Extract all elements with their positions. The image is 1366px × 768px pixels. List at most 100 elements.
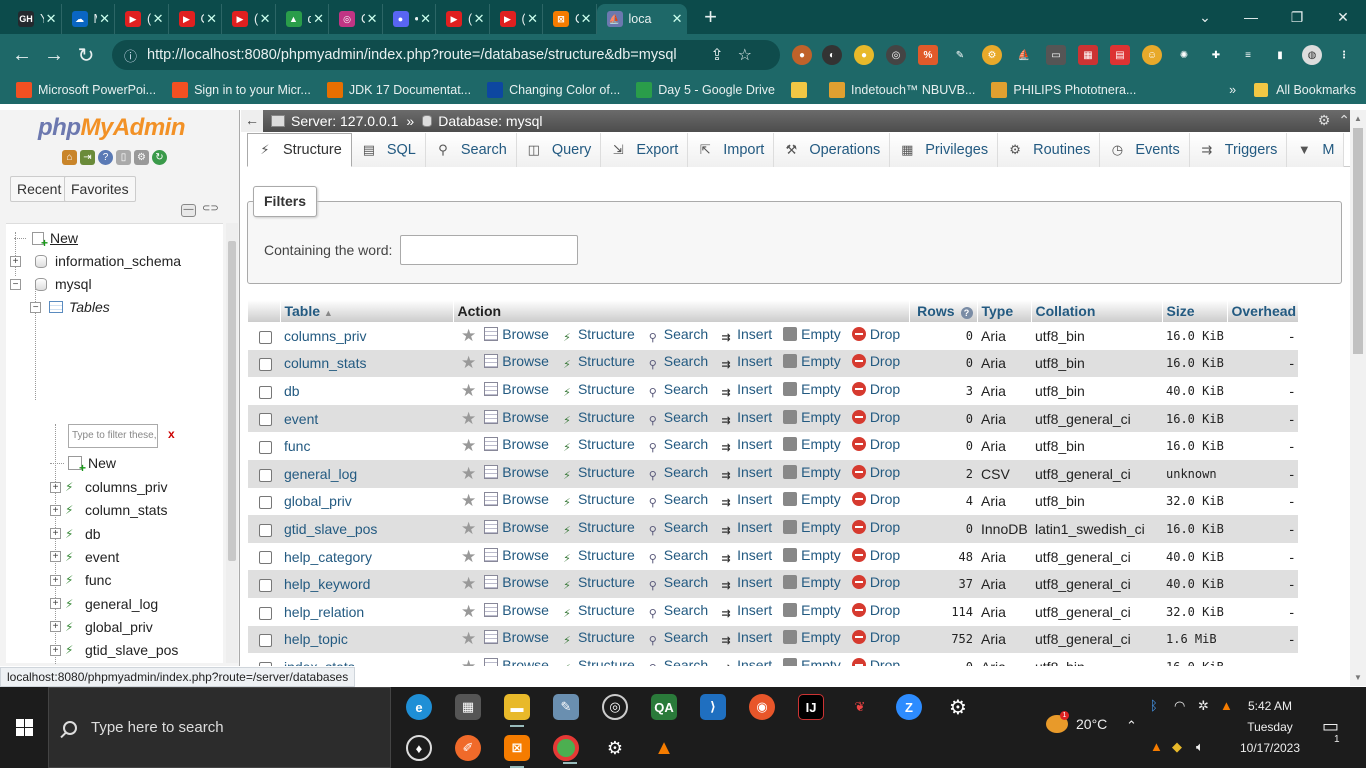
- tab-operations[interactable]: ⚒ Operations: [774, 133, 891, 167]
- search-action[interactable]: ⚲Search: [646, 381, 708, 400]
- search-action[interactable]: ⚲Search: [646, 519, 708, 538]
- close-tab-icon[interactable]: ✕: [260, 11, 271, 27]
- firefox-icon[interactable]: ◉: [749, 694, 775, 720]
- weather-widget[interactable]: 1 20°C: [1046, 711, 1107, 733]
- drop-action[interactable]: Drop: [851, 519, 900, 535]
- reload-navigation-icon[interactable]: ↻: [152, 150, 167, 165]
- app-tray-icon[interactable]: ✲: [1198, 698, 1209, 714]
- search-action[interactable]: ⚲Search: [646, 657, 708, 666]
- browse-action[interactable]: Browse: [484, 602, 549, 618]
- empty-action[interactable]: Empty: [783, 436, 841, 452]
- xampp-icon[interactable]: ⊠: [504, 735, 530, 768]
- breadcrumb-database[interactable]: Database: mysql: [438, 113, 542, 129]
- start-button[interactable]: [0, 687, 48, 768]
- table-name-link[interactable]: general_log: [284, 466, 357, 482]
- expand-plus-icon[interactable]: +: [50, 644, 61, 656]
- insert-action[interactable]: ⇉ Insert: [719, 464, 773, 483]
- insert-action[interactable]: ⇉ Insert: [719, 353, 773, 372]
- close-tab-icon[interactable]: ✕: [474, 11, 485, 27]
- size-link[interactable]: 40.0 KiB: [1166, 384, 1224, 398]
- table-structure-icon[interactable]: ⚡: [65, 550, 79, 564]
- breadcrumb-server[interactable]: Server: 127.0.0.1: [291, 113, 398, 129]
- drive-tray-icon[interactable]: ◆: [1172, 739, 1182, 755]
- edge-icon[interactable]: e: [406, 694, 432, 720]
- browser-tab[interactable]: ◎ Carl✕: [329, 4, 383, 34]
- header-collation[interactable]: Collation: [1031, 300, 1163, 322]
- insert-action[interactable]: ⇉ Insert: [719, 629, 773, 648]
- intellij-icon[interactable]: IJ: [798, 694, 824, 720]
- tree-table-item[interactable]: + ⚡ func: [50, 569, 111, 591]
- drop-action[interactable]: Drop: [851, 436, 900, 452]
- forward-arrow-icon[interactable]: →: [38, 44, 70, 67]
- vscode-icon[interactable]: ⟩: [700, 694, 726, 720]
- size-link[interactable]: 16.0 KiB: [1166, 356, 1224, 370]
- structure-action[interactable]: ⚡ Structure: [560, 574, 635, 593]
- expand-plus-icon[interactable]: +: [50, 481, 61, 493]
- size-link[interactable]: 16.0 KiB: [1166, 329, 1224, 343]
- browser-tab[interactable]: ● • Dis✕: [383, 4, 436, 34]
- favorite-star-icon[interactable]: ★: [461, 326, 476, 345]
- browse-action[interactable]: Browse: [484, 629, 549, 645]
- tab-query[interactable]: ◫ Query: [516, 133, 602, 167]
- postman-icon[interactable]: ✐: [455, 735, 481, 761]
- empty-action[interactable]: Empty: [783, 547, 841, 563]
- extension-smile-icon[interactable]: ☺: [1142, 45, 1162, 65]
- table-name-link[interactable]: index_stats: [284, 659, 355, 666]
- insert-action[interactable]: ⇉ Insert: [719, 381, 773, 400]
- browser-menu-icon[interactable]: ⋮: [1334, 45, 1354, 65]
- extension-percent-icon[interactable]: %: [918, 45, 938, 65]
- media-queue-icon[interactable]: ≡: [1238, 45, 1258, 65]
- tab-m[interactable]: ▼ M: [1287, 133, 1345, 167]
- site-info-icon[interactable]: ⓘ: [124, 46, 137, 65]
- browse-action[interactable]: Browse: [484, 464, 549, 480]
- link-with-main-icon[interactable]: ⊂⊃: [202, 204, 219, 217]
- tree-table-item[interactable]: + ⚡ column_stats: [50, 499, 167, 521]
- chrome-icon[interactable]: [553, 735, 579, 764]
- table-name-link[interactable]: db: [284, 383, 300, 399]
- row-checkbox[interactable]: [259, 551, 272, 565]
- extension-gear-icon[interactable]: ⚙: [982, 45, 1002, 65]
- bookmark-item[interactable]: Changing Color of...: [487, 82, 620, 98]
- favorite-star-icon[interactable]: ★: [461, 657, 476, 666]
- insert-action[interactable]: ⇉ Insert: [719, 574, 773, 593]
- row-checkbox[interactable]: [259, 330, 272, 344]
- search-action[interactable]: ⚲Search: [646, 574, 708, 593]
- bookmark-item[interactable]: Microsoft PowerPoi...: [16, 82, 156, 98]
- browse-action[interactable]: Browse: [484, 353, 549, 369]
- structure-action[interactable]: ⚡ Structure: [560, 491, 635, 510]
- share-star-icons[interactable]: ⇪☆: [710, 45, 766, 65]
- browser-tab[interactable]: ▶ Char✕: [169, 4, 222, 34]
- table-structure-icon[interactable]: ⚡: [65, 527, 79, 541]
- browser-tab[interactable]: ☁ My f✕: [62, 4, 115, 34]
- close-tab-icon[interactable]: ✕: [46, 11, 57, 27]
- table-name-link[interactable]: help_relation: [284, 604, 364, 620]
- tab-sql[interactable]: ▤ SQL: [351, 133, 426, 167]
- row-checkbox[interactable]: [259, 440, 272, 454]
- table-structure-icon[interactable]: ⚡: [65, 597, 79, 611]
- table-name-link[interactable]: help_keyword: [284, 576, 370, 592]
- file-explorer-icon[interactable]: ▬: [504, 694, 530, 727]
- nav-scrollbar[interactable]: [226, 223, 238, 663]
- favorite-star-icon[interactable]: ★: [461, 629, 476, 648]
- maps-pin-icon[interactable]: ♦: [406, 735, 432, 761]
- tree-db-information-schema[interactable]: + information_schema: [10, 250, 181, 272]
- recent-tables-button[interactable]: Recent: [10, 176, 69, 202]
- drop-action[interactable]: Drop: [851, 326, 900, 342]
- expand-plus-icon[interactable]: +: [10, 255, 21, 267]
- help-icon[interactable]: ?: [98, 150, 113, 165]
- extensions-puzzle-icon[interactable]: ✚: [1206, 45, 1226, 65]
- empty-action[interactable]: Empty: [783, 326, 841, 342]
- empty-action[interactable]: Empty: [783, 491, 841, 507]
- browser-tab[interactable]: ▲ diet✕: [276, 4, 329, 34]
- browser-tab[interactable]: ▶ (3) T✕: [490, 4, 543, 34]
- bookmark-item[interactable]: PHILIPS Phototnera...: [991, 82, 1136, 98]
- bluetooth-icon[interactable]: ᛒ: [1150, 698, 1158, 713]
- row-checkbox[interactable]: [259, 634, 272, 648]
- empty-action[interactable]: Empty: [783, 519, 841, 535]
- header-table[interactable]: Table ▲: [280, 300, 454, 322]
- close-tab-icon[interactable]: ✕: [153, 11, 164, 27]
- scroll-down-arrow-icon[interactable]: ▼: [1354, 673, 1362, 682]
- extension-circle-icon[interactable]: ◎: [886, 45, 906, 65]
- tree-tables-container[interactable]: − Tables: [30, 296, 110, 318]
- settings-icon[interactable]: ⚙: [945, 694, 971, 720]
